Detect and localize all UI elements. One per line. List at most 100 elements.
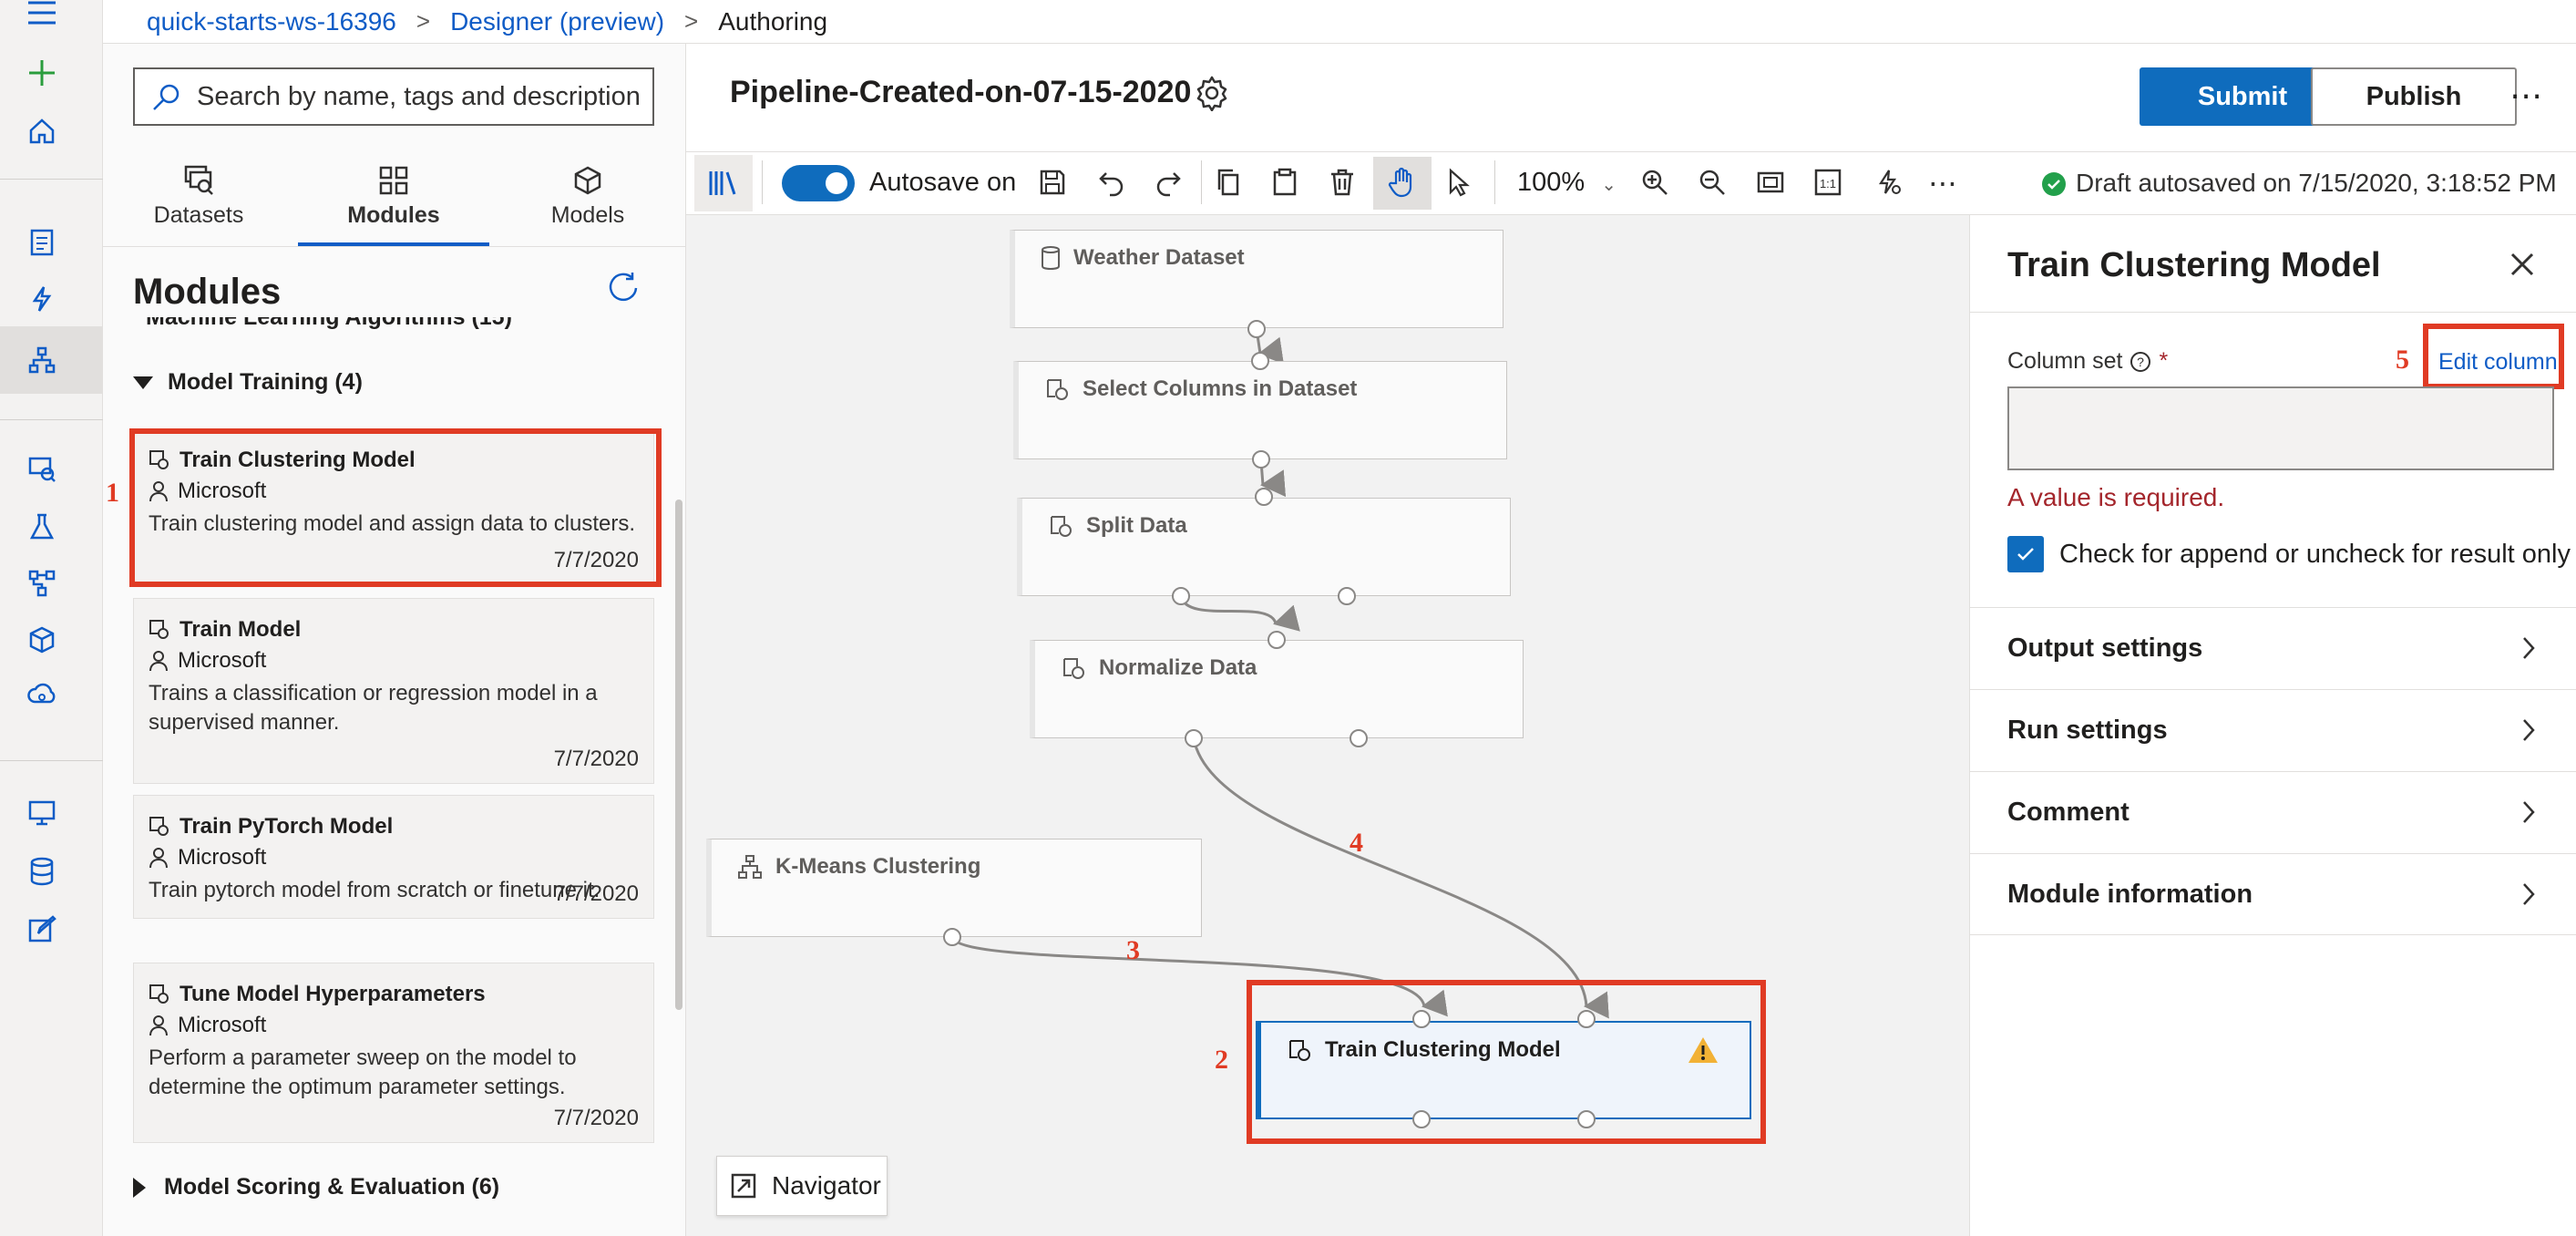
toolbar-more-icon[interactable]: ⋯ (1928, 166, 1957, 201)
zoom-in-icon[interactable] (1637, 164, 1673, 201)
node-normalize-data[interactable]: Normalize Data (1030, 640, 1524, 738)
zoom-dropdown[interactable]: 100% ⌄ (1517, 168, 1616, 198)
breadcrumb-designer-link[interactable]: Designer (preview) (450, 7, 664, 36)
notebooks-icon[interactable] (24, 224, 60, 261)
paste-icon[interactable] (1267, 164, 1303, 201)
pipelines-icon[interactable] (24, 565, 60, 602)
tab-datasets[interactable]: Datasets (139, 155, 258, 246)
category-model-training[interactable]: Model Training (4) (133, 369, 363, 396)
select-pointer-icon[interactable] (1440, 164, 1476, 201)
output-port[interactable] (1350, 729, 1368, 747)
section-module-information[interactable]: Module information (1969, 853, 2576, 935)
required-mark: * (2159, 348, 2169, 374)
module-card-description: Perform a parameter sweep on the model t… (149, 1045, 577, 1099)
delete-icon[interactable] (1324, 164, 1360, 201)
copy-icon[interactable] (1210, 164, 1247, 201)
chevron-right-icon (2523, 719, 2535, 741)
node-k-means-clustering[interactable]: K-Means Clustering (706, 839, 1202, 937)
more-options-icon[interactable]: ⋯ (2509, 77, 2544, 115)
undo-icon[interactable] (1093, 164, 1130, 201)
collapsed-category-row[interactable]: Machine Learning Algorithms (15) (146, 317, 512, 341)
autosave-toggle[interactable] (782, 165, 855, 201)
output-port[interactable] (1338, 587, 1356, 605)
tab-models[interactable]: Models (533, 155, 642, 246)
automated-ml-icon[interactable] (24, 281, 60, 317)
section-output-settings[interactable]: Output settings (1969, 607, 2576, 689)
data-labeling-icon[interactable] (24, 912, 60, 948)
column-set-field[interactable] (2007, 386, 2554, 470)
section-comment[interactable]: Comment (1969, 771, 2576, 853)
input-port[interactable] (1267, 631, 1286, 649)
close-icon[interactable] (2508, 250, 2537, 279)
annotation-label-2: 2 (1215, 1045, 1228, 1075)
module-card-tune-model-hyperparameters[interactable]: Tune Model Hyperparameters Microsoft Per… (133, 963, 654, 1143)
gear-icon[interactable] (1194, 75, 1230, 111)
redo-icon[interactable] (1150, 164, 1186, 201)
chevron-right-icon (2523, 801, 2535, 823)
experiments-icon[interactable] (24, 509, 60, 545)
chevron-right-icon: > (684, 7, 699, 35)
publish-button[interactable]: Publish (2311, 67, 2517, 126)
output-port[interactable] (1185, 729, 1203, 747)
module-icon (1063, 658, 1084, 679)
endpoints-icon[interactable] (24, 678, 60, 715)
append-checkbox[interactable] (2007, 536, 2044, 572)
output-port[interactable] (1247, 320, 1266, 338)
breadcrumb-workspace-link[interactable]: quick-starts-ws-16396 (147, 7, 396, 36)
output-port[interactable] (1252, 450, 1270, 469)
node-label: K-Means Clustering (775, 854, 981, 879)
compute-icon[interactable] (24, 795, 60, 831)
section-label: Comment (2007, 798, 2130, 827)
module-icon (149, 817, 169, 836)
module-card-title-row: Train Model (149, 617, 639, 643)
datasets-nav-icon[interactable] (24, 450, 60, 487)
caret-down-icon (133, 376, 153, 389)
node-weather-dataset[interactable]: Weather Dataset (1010, 230, 1504, 328)
section-run-settings[interactable]: Run settings (1969, 689, 2576, 771)
output-port[interactable] (1172, 587, 1190, 605)
column-set-label-text: Column set (2007, 348, 2123, 374)
save-icon[interactable] (1034, 164, 1071, 201)
svg-text:1:1: 1:1 (1820, 177, 1836, 191)
zoom-value: 100% (1517, 168, 1586, 197)
section-label: Module information (2007, 879, 2253, 909)
refresh-icon[interactable] (605, 270, 641, 306)
designer-icon[interactable] (24, 342, 60, 378)
tab-modules[interactable]: Modules (298, 155, 489, 246)
node-split-data[interactable]: Split Data (1017, 498, 1511, 596)
fit-to-screen-icon[interactable] (1752, 164, 1789, 201)
left-nav-rail (0, 0, 103, 1236)
search-input[interactable]: Search by name, tags and description (133, 67, 654, 126)
models-nav-icon[interactable] (24, 622, 60, 658)
draft-status: Draft autosaved on 7/15/2020, 3:18:52 PM (2076, 169, 2557, 197)
create-new-icon[interactable] (24, 55, 60, 91)
home-icon[interactable] (24, 113, 60, 149)
library-toggle-button[interactable] (694, 155, 753, 211)
pipeline-title[interactable]: Pipeline-Created-on-07-15-2020 (730, 75, 1191, 110)
toolbar-divider (762, 160, 763, 204)
column-set-label: Column set ? * (2007, 348, 2168, 375)
annotation-box-2 (1247, 980, 1766, 1144)
actual-size-icon[interactable]: 1:1 (1810, 164, 1846, 201)
algorithm-icon (738, 855, 762, 879)
hand-pan-icon[interactable] (1384, 164, 1421, 201)
tab-selected-indicator (298, 242, 489, 246)
auto-layout-icon[interactable] (1871, 164, 1907, 201)
info-icon[interactable]: ? (2130, 351, 2151, 373)
caret-right-icon (133, 1177, 146, 1198)
input-port[interactable] (1255, 488, 1273, 506)
zoom-out-icon[interactable] (1694, 164, 1730, 201)
annotation-label-5: 5 (2396, 345, 2409, 375)
module-icon (1051, 516, 1072, 537)
output-port[interactable] (943, 928, 961, 946)
modules-scrollbar[interactable] (675, 500, 682, 1010)
module-card-train-pytorch-model[interactable]: Train PyTorch Model Microsoft Train pyto… (133, 795, 654, 919)
node-select-columns[interactable]: Select Columns in Dataset (1013, 361, 1507, 459)
module-card-train-model[interactable]: Train Model Microsoft Trains a classific… (133, 598, 654, 784)
validation-error: A value is required. (2007, 483, 2225, 511)
datastores-icon[interactable] (24, 853, 60, 890)
input-port[interactable] (1251, 352, 1269, 370)
hamburger-menu-icon[interactable] (24, 0, 60, 31)
navigator-button[interactable]: Navigator (716, 1156, 888, 1216)
category-model-scoring-evaluation[interactable]: Model Scoring & Evaluation (6) (133, 1174, 499, 1200)
